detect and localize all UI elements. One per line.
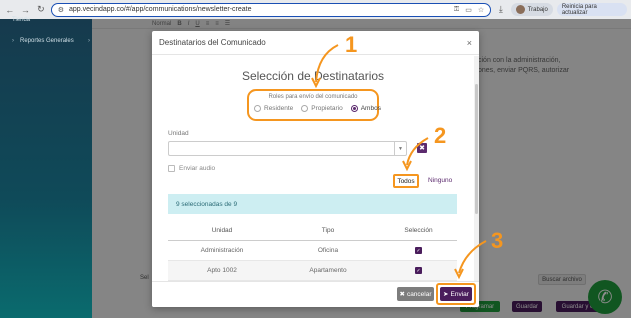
close-icon[interactable]: × [467,38,472,48]
sidebar-item-label: Reportes Generales [20,38,74,44]
sidebar-item-reportes-generales[interactable]: › Reportes Generales › [12,38,90,44]
send-button[interactable]: ➤ Enviar [440,287,472,301]
unidad-cell: Apto 1002 [207,267,237,274]
roles-group: Roles para envío del comunicado Resident… [247,89,381,121]
row-checkbox[interactable]: ✓ [415,267,422,274]
cancel-label: cancelar [406,290,432,298]
column-header: Tipo [321,227,335,234]
star-icon[interactable]: ☆ [478,6,484,14]
reload-icon[interactable]: ↻ [35,4,47,16]
column-header: Selección [404,227,433,234]
clear-unidad-button[interactable]: ✖ [417,143,427,153]
todos-button[interactable]: Todos [393,174,419,188]
tipo-cell: Oficina [317,247,339,254]
modal-header: Destinatarios del Comunicado × [152,31,479,55]
forward-icon[interactable]: → [20,4,32,16]
update-button[interactable]: Reinicia para actualizar [556,3,627,16]
radio-circle[interactable] [254,105,261,112]
address-bar[interactable]: ⚙ app.vecindapp.co/#/app/communications/… [50,2,492,17]
chevron-down-icon[interactable]: ▼ [394,142,406,155]
radio-propietario[interactable]: Propietario [301,105,343,112]
profile-chip[interactable]: Trabajo [510,3,553,16]
radio-label: Residente [264,105,294,112]
cast-icon[interactable]: ▭ [465,6,472,14]
unidad-label: Unidad [168,130,189,137]
modal-title: Destinatarios del Comunicado [159,38,266,47]
checkbox-label: Enviar audio [179,165,216,172]
url-text: app.vecindapp.co/#/app/communications/ne… [69,6,252,13]
radio-ambos[interactable]: Ambos [350,105,381,112]
radio-circle[interactable] [301,105,309,112]
send-highlight: ➤ Enviar [436,283,476,305]
site-info-icon[interactable]: ⚙ [58,6,64,14]
browser-toolbar: ← → ↻ ⚙ app.vecindapp.co/#/app/communica… [0,0,631,19]
enviar-audio-checkbox[interactable]: Enviar audio [168,165,215,172]
table-row: Apto 1002 Apartamento ✓ [168,261,457,281]
units-table: Unidad Tipo Selección Administración Ofi… [168,221,457,281]
cancel-button[interactable]: ✖ cancelar [397,287,434,301]
chevron-right-icon: › [88,38,90,44]
radio-label: Propietario [311,105,343,112]
unidad-cell: Administración [200,247,244,254]
sidebar: Tienda › Reportes Generales › [0,17,92,318]
download-icon[interactable]: ⤓ [495,4,507,16]
key-icon[interactable]: ⚿ [454,6,459,14]
recipients-modal: Destinatarios del Comunicado × Selección… [152,31,479,307]
sidebar-item-tienda[interactable]: Tienda [12,17,90,23]
table-header: Unidad Tipo Selección [168,221,457,241]
profile-label: Trabajo [527,6,548,13]
radio-label: Ambos [360,105,381,112]
tipo-cell: Apartamento [309,267,347,274]
paper-plane-icon: ➤ [443,291,449,298]
section-title: Selección de Destinatarios [241,69,385,83]
row-checkbox[interactable]: ✓ [415,247,422,254]
chevron-right-icon: › [12,38,14,44]
send-label: Enviar [450,290,469,298]
sidebar-item-label: Tienda [12,17,31,23]
checkbox-box[interactable] [168,165,175,172]
ninguno-button[interactable]: Ninguno [428,177,452,184]
selection-count-alert: 9 seleccionadas de 9 [168,194,457,214]
roles-caption: Roles para envío del comunicado [268,94,358,100]
scrollbar-thumb[interactable] [475,84,478,214]
unidad-select[interactable]: ▼ [168,141,407,156]
modal-footer: ✖ cancelar ➤ Enviar [152,281,479,307]
avatar [515,5,525,14]
close-icon: ✖ [399,291,405,298]
table-row: Administración Oficina ✓ [168,241,457,261]
modal-body: Selección de Destinatarios Roles para en… [152,56,474,281]
radio-residente[interactable]: Residente [254,105,293,112]
modal-scrollbar[interactable] [474,56,479,281]
column-header: Unidad [211,227,233,234]
back-icon[interactable]: ← [4,4,16,16]
radio-circle[interactable] [350,105,358,112]
